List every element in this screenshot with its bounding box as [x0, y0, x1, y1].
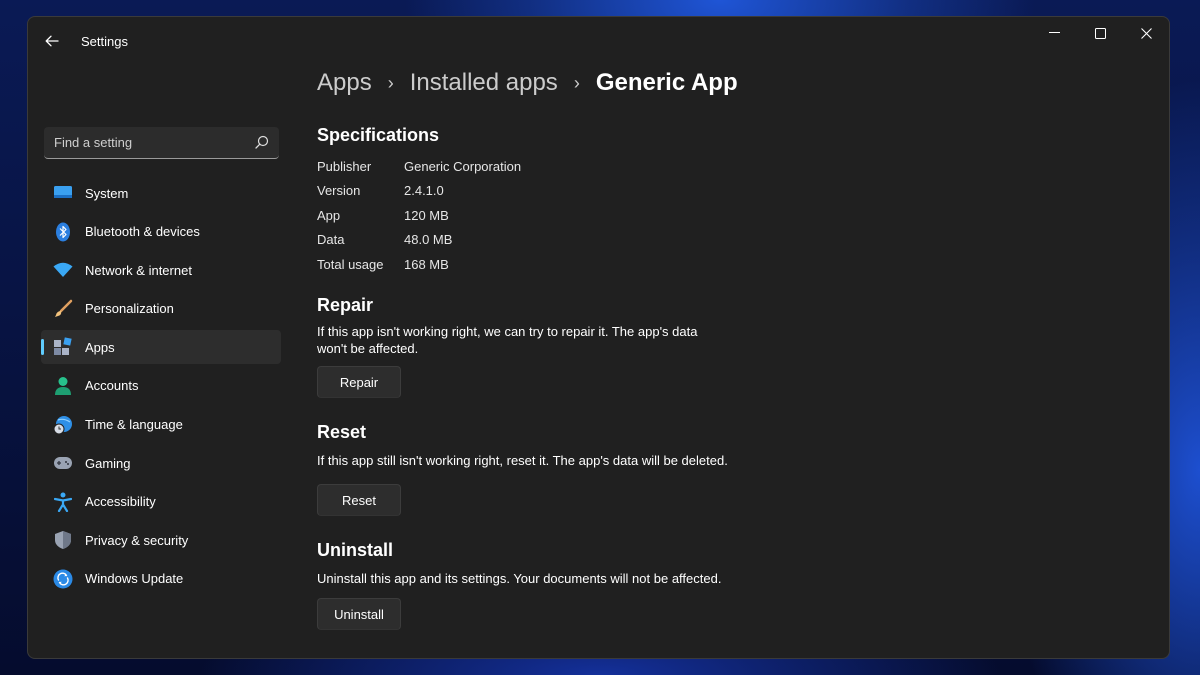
sidebar-item-accounts[interactable]: Accounts	[41, 369, 281, 403]
globe-clock-icon	[53, 415, 73, 435]
uninstall-button[interactable]: Uninstall	[317, 598, 401, 630]
sidebar-item-privacy-security[interactable]: Privacy & security	[41, 523, 281, 557]
sidebar-item-label: Accounts	[85, 378, 139, 394]
spec-key: Publisher	[317, 159, 372, 174]
sidebar-item-label: Bluetooth & devices	[85, 224, 200, 240]
spec-value: 48.0 MB	[404, 232, 453, 247]
accessibility-icon	[53, 492, 73, 512]
page-title: Generic App	[595, 69, 738, 96]
shield-icon	[53, 530, 73, 550]
settings-window: Settings System	[27, 16, 1170, 659]
specifications-heading: Specifications	[317, 125, 440, 145]
reset-button[interactable]: Reset	[317, 484, 401, 516]
spec-row-app: App 120 MB	[317, 208, 449, 223]
sidebar-item-gaming[interactable]: Gaming	[41, 446, 281, 480]
brush-icon	[53, 299, 73, 319]
sidebar-item-windows-update[interactable]: Windows Update	[41, 562, 281, 596]
spec-key: Data	[317, 232, 345, 247]
close-icon	[1140, 27, 1152, 39]
sidebar-item-label: Accessibility	[85, 494, 156, 510]
sidebar-item-system[interactable]: System	[41, 176, 281, 210]
spec-value: 2.4.1.0	[404, 183, 444, 198]
minimize-icon	[1048, 32, 1060, 33]
close-button[interactable]	[1123, 17, 1169, 49]
reset-heading: Reset	[317, 422, 367, 442]
spec-row-data: Data 48.0 MB	[317, 232, 452, 247]
search-input[interactable]	[44, 135, 244, 150]
sidebar-item-label: Privacy & security	[85, 532, 189, 548]
back-arrow-icon	[45, 35, 59, 47]
search-icon	[255, 135, 269, 149]
sidebar-item-accessibility[interactable]: Accessibility	[41, 485, 281, 519]
gamepad-icon	[53, 453, 73, 473]
bluetooth-icon	[53, 222, 73, 242]
breadcrumb-installed-apps[interactable]: Installed apps	[410, 69, 558, 97]
chevron-right-icon: ›	[387, 72, 394, 93]
chevron-right-icon: ›	[573, 72, 580, 93]
spec-value: Generic Corporation	[404, 159, 522, 174]
breadcrumb-apps[interactable]: Apps	[317, 69, 372, 97]
sidebar-item-network[interactable]: Network & internet	[41, 253, 281, 287]
repair-description: If this app isn't working right, we can …	[317, 324, 698, 356]
sidebar-item-label: Network & internet	[85, 262, 192, 278]
spec-value: 120 MB	[404, 208, 449, 223]
maximize-icon	[1094, 27, 1106, 39]
apps-icon	[53, 337, 73, 357]
person-icon	[53, 376, 73, 396]
monitor-icon	[53, 183, 73, 203]
sidebar-item-personalization[interactable]: Personalization	[41, 292, 281, 326]
search-box[interactable]	[44, 127, 279, 159]
app-title: Settings	[81, 34, 128, 49]
sidebar-item-apps[interactable]: Apps	[41, 330, 281, 365]
wifi-icon	[53, 260, 73, 280]
spec-key: App	[317, 208, 341, 223]
window-controls	[1031, 17, 1169, 49]
spec-row-version: Version 2.4.1.0	[317, 183, 444, 198]
title-bar: Settings	[28, 17, 1169, 63]
sidebar-item-label: Time & language	[85, 417, 183, 433]
back-button[interactable]	[38, 27, 66, 55]
sidebar-nav: System Bluetooth & devices Network & int…	[41, 176, 281, 601]
spec-key: Version	[317, 183, 361, 198]
sidebar-item-label: Apps	[85, 339, 115, 355]
spec-value: 168 MB	[404, 257, 449, 272]
maximize-button[interactable]	[1077, 17, 1123, 49]
sidebar-item-label: Personalization	[85, 301, 174, 317]
repair-heading: Repair	[317, 295, 374, 315]
spec-row-publisher: Publisher Generic Corporation	[317, 159, 521, 174]
sidebar-item-label: Gaming	[85, 455, 131, 471]
uninstall-heading: Uninstall	[317, 540, 394, 560]
sidebar-item-label: Windows Update	[85, 571, 184, 587]
uninstall-description: Uninstall this app and its settings. You…	[317, 571, 722, 586]
spec-row-total-usage: Total usage 168 MB	[317, 257, 449, 272]
sidebar-item-bluetooth[interactable]: Bluetooth & devices	[41, 215, 281, 249]
breadcrumb: Apps › Installed apps › Generic App	[317, 69, 738, 97]
repair-button[interactable]: Repair	[317, 366, 401, 398]
sidebar-item-time-language[interactable]: Time & language	[41, 408, 281, 442]
update-icon	[53, 569, 73, 589]
spec-key: Total usage	[317, 257, 384, 272]
sidebar-item-label: System	[85, 185, 129, 201]
minimize-button[interactable]	[1031, 17, 1077, 49]
reset-description: If this app still isn't working right, r…	[317, 453, 728, 468]
